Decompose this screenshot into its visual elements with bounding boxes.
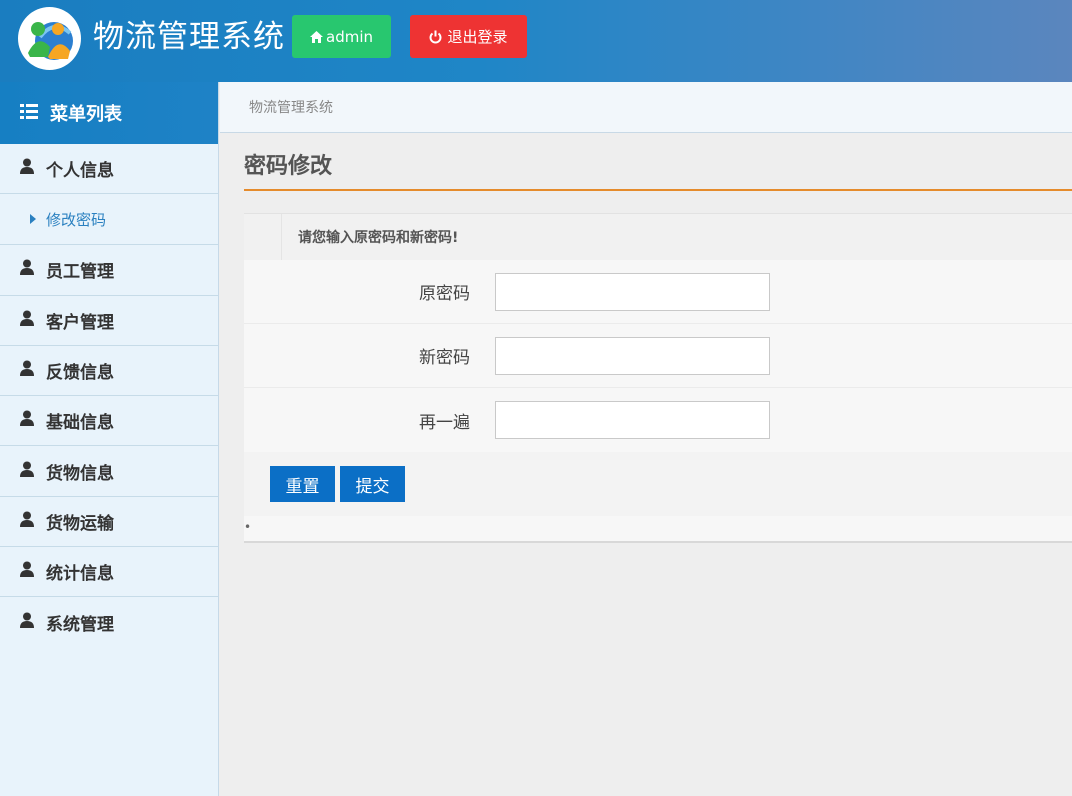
sidebar-item-label: 系统管理 [46, 615, 114, 636]
top-header: 物流管理系统 admin 退出登录 [0, 0, 1072, 82]
logout-button[interactable]: 退出登录 [410, 15, 527, 58]
new-password-input[interactable] [495, 336, 770, 375]
caret-right-icon [30, 210, 36, 228]
sidebar-item-staff[interactable]: 员工管理 [0, 245, 218, 296]
home-icon [310, 30, 323, 43]
user-icon [20, 561, 34, 582]
sidebar-item-goods-info[interactable]: 货物信息 [0, 446, 218, 497]
sidebar-item-label: 反馈信息 [46, 363, 114, 384]
user-icon [20, 410, 34, 431]
sidebar-item-basic-info[interactable]: 基础信息 [0, 396, 218, 447]
info-icon [244, 214, 282, 260]
form-row-old-password: 原密码 [244, 260, 1072, 324]
logout-label: 退出登录 [447, 28, 508, 46]
breadcrumb: 物流管理系统 [220, 82, 1072, 133]
sidebar-item-feedback[interactable]: 反馈信息 [0, 346, 218, 397]
breadcrumb-item[interactable]: 物流管理系统 [249, 97, 333, 117]
old-password-input[interactable] [495, 272, 770, 311]
sidebar-item-personal-info[interactable]: 个人信息 [0, 144, 218, 195]
user-icon [20, 259, 34, 280]
user-icon [20, 461, 34, 482]
sidebar-item-label: 员工管理 [46, 262, 114, 283]
new-password-label: 新密码 [419, 348, 470, 368]
user-icon [20, 158, 34, 179]
sidebar-item-label: 货物运输 [46, 513, 114, 534]
sidebar-header: 菜单列表 [0, 82, 218, 144]
confirm-password-label: 再一遍 [419, 412, 470, 433]
sidebar-item-customers[interactable]: 客户管理 [0, 296, 218, 346]
user-icon [20, 360, 34, 381]
sidebar-item-label: 基础信息 [46, 413, 114, 434]
form-actions: 重置 提交 [244, 452, 1072, 516]
app-title: 物流管理系统 [93, 19, 285, 55]
form-tip-text: 请您输入原密码和新密码! [298, 230, 459, 246]
logo [18, 7, 81, 70]
sidebar-item-label: 货物信息 [46, 463, 114, 484]
confirm-password-input[interactable] [495, 401, 770, 439]
sidebar-item-label: 修改密码 [46, 210, 107, 229]
sidebar-item-label: 个人信息 [46, 161, 114, 182]
reset-button[interactable]: 重置 [270, 466, 335, 502]
title-divider [244, 189, 1072, 191]
admin-home-button[interactable]: admin [292, 15, 391, 58]
power-icon [429, 30, 442, 44]
list-bullet: • [244, 520, 252, 534]
sidebar-item-statistics[interactable]: 统计信息 [0, 547, 218, 598]
submit-button[interactable]: 提交 [340, 466, 405, 502]
sidebar-item-system[interactable]: 系统管理 [0, 597, 218, 647]
sidebar-header-label: 菜单列表 [50, 104, 122, 125]
user-icon [20, 310, 34, 331]
admin-label: admin [326, 27, 373, 46]
form-row-new-password: 新密码 [244, 324, 1072, 388]
sidebar-item-change-password[interactable]: 修改密码 [0, 194, 218, 246]
form-row-confirm-password: 再一遍 [244, 388, 1072, 452]
sidebar-item-goods-transport[interactable]: 货物运输 [0, 497, 218, 548]
sidebar-item-label: 客户管理 [46, 312, 114, 333]
form-tip-bar: 请您输入原密码和新密码! [244, 213, 1072, 260]
sidebar: 菜单列表 个人信息 修改密码 员工管理 客户管理 反馈信息 基础信息 货物信息 … [0, 82, 219, 796]
password-form-panel: 请您输入原密码和新密码! 原密码 新密码 再一遍 重置 提交 [244, 213, 1072, 543]
user-icon [20, 612, 34, 633]
user-icon [20, 511, 34, 532]
list-icon [20, 103, 38, 124]
sidebar-item-label: 统计信息 [46, 564, 114, 585]
page-title: 密码修改 [244, 154, 333, 179]
old-password-label: 原密码 [419, 284, 470, 304]
